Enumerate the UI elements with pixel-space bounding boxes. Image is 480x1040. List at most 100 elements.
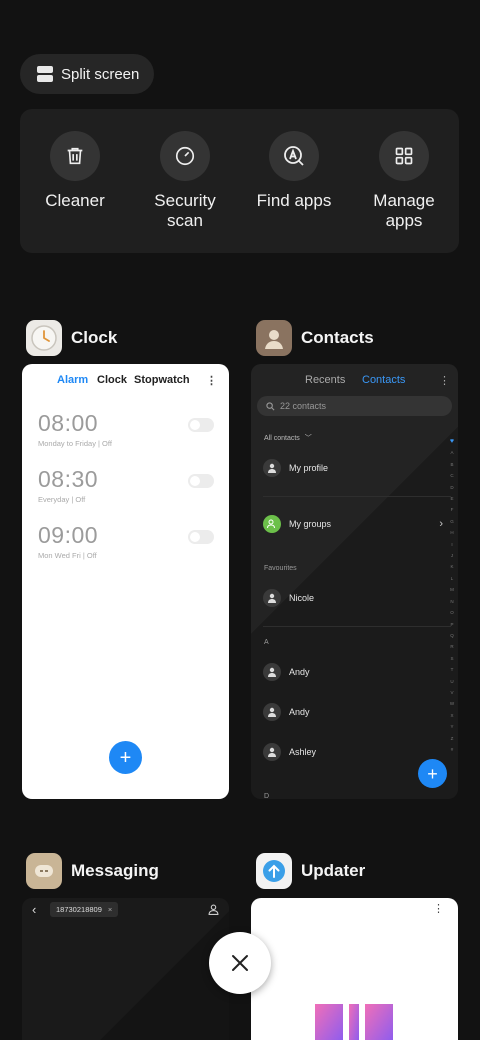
index-letters: A B C D E F G H I J K L M N O P Q R S T U V W X Y Z # [448,447,456,755]
alarm-row[interactable]: 08:00 Monday to Friday | Off [38,410,214,448]
person-icon[interactable] [208,904,219,915]
clock-app-header[interactable]: Clock [26,320,117,356]
tab-recents[interactable]: Recents [305,374,345,386]
index-letter[interactable]: J [448,550,456,561]
index-letter[interactable]: C [448,470,456,481]
alarm-toggle[interactable] [188,418,214,432]
search-icon [266,401,275,410]
security-scan-label: Security scan [154,191,216,230]
index-letter[interactable]: M [448,584,456,595]
add-alarm-button[interactable]: + [109,741,142,774]
contacts-filter-dropdown[interactable]: All contacts ﹀ [264,433,312,443]
tab-stopwatch[interactable]: Stopwatch [134,374,190,386]
cleaner-button[interactable]: Cleaner [20,131,130,211]
find-apps-label: Find apps [256,191,332,210]
updater-app-header[interactable]: Updater [256,853,365,889]
person-icon [263,743,281,761]
contacts-search-input[interactable]: 22 contacts [257,396,452,416]
more-options-icon[interactable]: ⋮ [433,902,444,915]
security-gauge-icon [160,131,210,181]
index-letter[interactable]: L [448,573,456,584]
index-letter[interactable]: F [448,504,456,515]
contact-row[interactable]: Andy [263,663,310,681]
find-apps-button[interactable]: Find apps [239,131,349,211]
messaging-app-card[interactable]: ‹ 18730218809 × [22,898,229,1040]
alarm-toggle[interactable] [188,530,214,544]
index-letter[interactable]: Q [448,630,456,641]
manage-apps-label: Manage apps [373,191,435,230]
add-contact-button[interactable]: + [418,759,447,788]
alphabet-index[interactable]: ♥ A B C D E F G H I J K L M N O P Q R S T U V W X Y Z # [448,436,456,755]
index-letter[interactable]: B [448,459,456,470]
index-letter[interactable]: H [448,527,456,538]
split-screen-label: Split screen [61,65,140,83]
alarm-repeat: Mon Wed Fri | Off [38,551,97,560]
alarm-toggle[interactable] [188,474,214,488]
clear-all-button[interactable] [209,932,271,994]
contact-row[interactable]: Nicole [263,589,314,607]
index-letter[interactable]: X [448,710,456,721]
index-letter[interactable]: Y [448,721,456,732]
close-icon[interactable]: × [108,905,112,914]
tab-contacts[interactable]: Contacts [362,374,405,386]
index-letter[interactable]: P [448,619,456,630]
security-scan-button[interactable]: Security scan [130,131,240,231]
index-letter[interactable]: N [448,596,456,607]
index-letter[interactable]: T [448,664,456,675]
my-groups-row[interactable]: My groups › [263,515,443,533]
manage-apps-button[interactable]: Manage apps [349,131,459,231]
messaging-app-icon [26,853,62,889]
cleaner-label: Cleaner [45,191,105,210]
heart-icon: ♥ [449,438,455,445]
updater-app-name: Updater [301,861,366,880]
messaging-app-name: Messaging [71,861,159,880]
my-profile-label: My profile [289,463,329,473]
back-icon[interactable]: ‹ [32,902,36,917]
index-letter[interactable]: D [448,482,456,493]
contact-row[interactable]: Ashley [263,743,316,761]
messaging-app-header[interactable]: Messaging [26,853,159,889]
group-icon [263,515,281,533]
clock-app-card[interactable]: Alarm Clock Stopwatch ⋮ 08:00 Monday to … [22,364,229,799]
index-letter[interactable]: S [448,653,456,664]
tab-clock[interactable]: Clock [97,374,127,386]
contact-row[interactable]: Andy [263,703,310,721]
clock-app-icon [26,320,62,356]
alarm-row[interactable]: 08:30 Everyday | Off [38,466,214,504]
contact-name: Andy [289,707,310,717]
alarm-row[interactable]: 09:00 Mon Wed Fri | Off [38,522,214,560]
index-letter[interactable]: E [448,493,456,504]
index-letter[interactable]: V [448,687,456,698]
more-options-icon[interactable]: ⋮ [439,374,450,387]
index-letter[interactable]: # [448,744,456,755]
index-letter[interactable]: K [448,561,456,572]
index-letter[interactable]: Z [448,733,456,744]
quick-tools-panel: Cleaner Security scan Find apps Manage a… [20,109,459,253]
person-icon [263,589,281,607]
recipient-number: 18730218809 [56,905,102,914]
updater-app-card[interactable]: ⋮ [251,898,458,1040]
recipient-chip[interactable]: 18730218809 × [50,902,119,917]
index-letter[interactable]: G [448,516,456,527]
my-profile-row[interactable]: My profile [263,459,328,477]
contacts-app-icon [256,320,292,356]
person-icon [263,459,281,477]
index-letter[interactable]: O [448,607,456,618]
index-letter[interactable]: A [448,447,456,458]
chevron-right-icon: › [439,518,443,530]
my-groups-label: My groups [289,519,332,529]
contacts-app-card[interactable]: Recents Contacts ⋮ 22 contacts All conta… [251,364,458,799]
split-screen-button[interactable]: Split screen [20,54,154,94]
more-options-icon[interactable]: ⋮ [206,374,217,387]
index-letter[interactable]: I [448,539,456,550]
tab-alarm[interactable]: Alarm [57,374,88,386]
index-letter[interactable]: W [448,698,456,709]
section-header-d: D [264,793,270,799]
index-letter[interactable]: U [448,676,456,687]
divider [263,496,451,497]
contacts-app-name: Contacts [301,328,374,347]
person-icon [263,703,281,721]
index-letter[interactable]: R [448,641,456,652]
contacts-app-header[interactable]: Contacts [256,320,374,356]
trash-icon [50,131,100,181]
